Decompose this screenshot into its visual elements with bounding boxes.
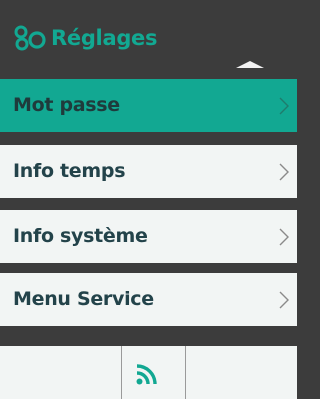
footer-left-cell[interactable]: [0, 346, 121, 399]
header-bar: Réglages: [0, 0, 297, 76]
menu-item-label: Info système: [13, 225, 148, 247]
scroll-up-indicator[interactable]: [236, 61, 264, 68]
menu-item-info-temps[interactable]: Info temps: [0, 145, 297, 198]
page-title: Réglages: [51, 26, 158, 50]
menu-item-label: Menu Service: [13, 288, 154, 310]
menu-item-label: Mot passe: [13, 94, 120, 116]
settings-gear-pair-icon: [14, 25, 46, 51]
menu-item-info-systeme[interactable]: Info système: [0, 210, 297, 263]
chevron-right-icon: [279, 228, 289, 246]
footer-right-cell[interactable]: [186, 346, 297, 399]
rss-feed-icon: [136, 364, 157, 385]
chevron-right-icon: [279, 163, 289, 181]
menu-item-mot-passe[interactable]: Mot passe: [0, 79, 297, 132]
chevron-right-icon: [279, 97, 289, 115]
chevron-right-icon: [279, 291, 289, 309]
menu-item-label: Info temps: [13, 160, 126, 182]
menu-item-menu-service[interactable]: Menu Service: [0, 273, 297, 326]
